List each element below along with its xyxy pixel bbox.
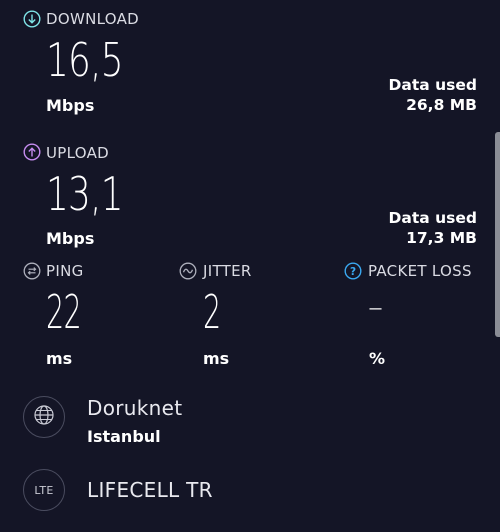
jitter-label: JITTER bbox=[203, 262, 252, 280]
lte-badge-text: LTE bbox=[34, 483, 54, 497]
provider-name: LIFECELL TR bbox=[87, 478, 213, 502]
server-globe-button[interactable] bbox=[23, 396, 65, 438]
upload-unit: Mbps bbox=[46, 229, 95, 248]
download-arrow-icon bbox=[23, 10, 41, 28]
ping-value: 22 bbox=[46, 285, 82, 339]
packet-loss-value: – bbox=[368, 290, 383, 325]
download-data-used-value: 26,8 MB bbox=[406, 96, 477, 114]
server-name[interactable]: Doruknet bbox=[87, 396, 182, 420]
download-unit: Mbps bbox=[46, 96, 95, 115]
provider-lte-badge: LTE bbox=[23, 469, 65, 511]
scrollbar-handle[interactable] bbox=[495, 132, 500, 337]
upload-data-used-label: Data used bbox=[388, 209, 477, 227]
jitter-value: 2 bbox=[203, 285, 221, 339]
download-label: DOWNLOAD bbox=[46, 10, 139, 28]
ping-icon bbox=[23, 262, 41, 280]
packet-loss-label[interactable]: PACKET LOSS bbox=[368, 262, 472, 280]
download-data-used-label: Data used bbox=[388, 76, 477, 94]
jitter-unit: ms bbox=[203, 349, 230, 368]
globe-icon bbox=[33, 404, 55, 430]
jitter-wave-icon bbox=[179, 262, 197, 280]
upload-value: 13,1 bbox=[46, 167, 124, 221]
upload-data-used-value: 17,3 MB bbox=[406, 229, 477, 247]
download-value: 16,5 bbox=[46, 33, 124, 87]
packet-loss-question-icon[interactable]: ? bbox=[344, 262, 362, 280]
ping-label: PING bbox=[46, 262, 84, 280]
upload-label: UPLOAD bbox=[46, 144, 110, 162]
upload-arrow-icon bbox=[23, 143, 41, 161]
server-city: Istanbul bbox=[87, 427, 161, 446]
ping-unit: ms bbox=[46, 349, 73, 368]
svg-text:?: ? bbox=[350, 266, 356, 278]
packet-loss-unit: % bbox=[369, 349, 386, 368]
